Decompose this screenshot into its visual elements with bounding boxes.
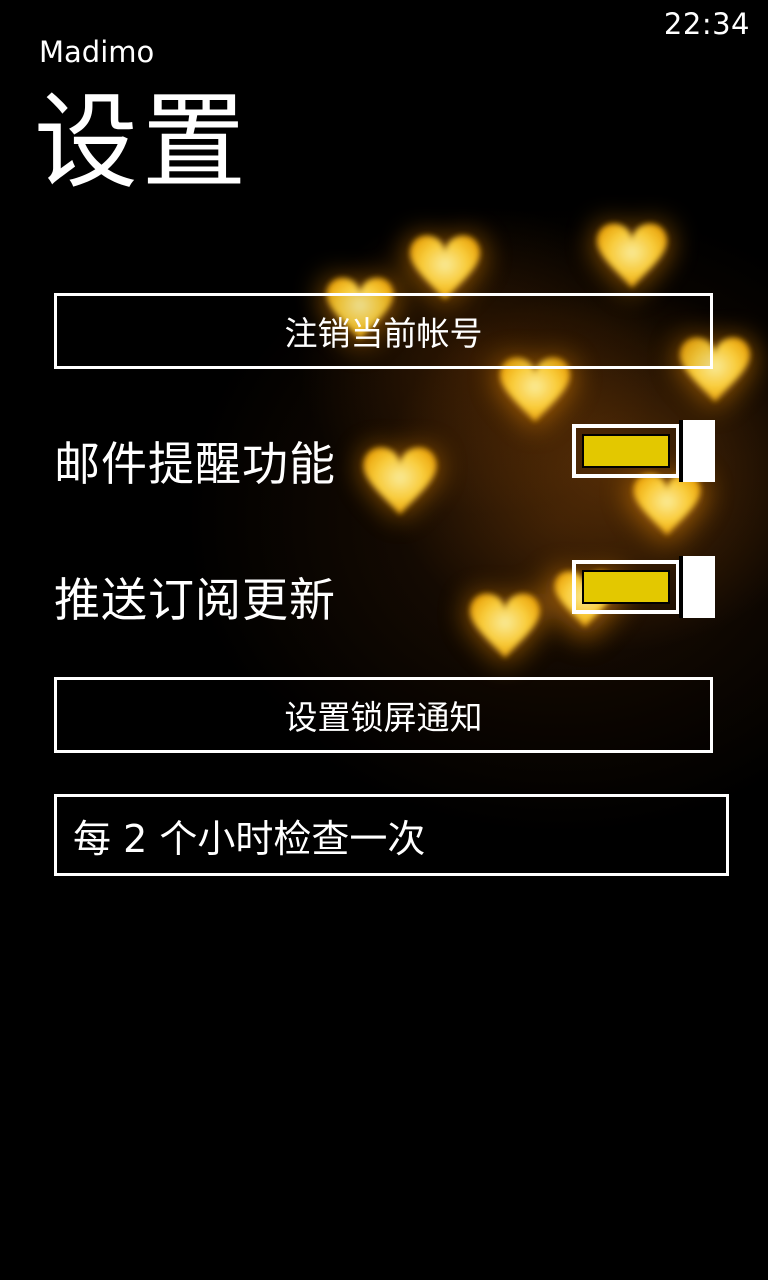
toggle-track — [572, 560, 680, 614]
toggle-thumb[interactable] — [679, 556, 715, 618]
status-bar-clock: 22:34 — [663, 7, 750, 41]
logout-button[interactable]: 注销当前帐号 — [54, 293, 713, 369]
app-name: Madimo — [39, 35, 155, 69]
push-updates-toggle[interactable] — [572, 556, 715, 618]
page-title: 设置 — [34, 81, 251, 203]
lockscreen-button-label: 设置锁屏通知 — [284, 698, 483, 737]
push-updates-label: 推送订阅更新 — [54, 573, 336, 627]
settings-screen: 22:34 Madimo 设置 注销当前帐号 邮件提醒功能 推送订阅更新 设置锁… — [0, 0, 768, 1280]
toggle-track — [572, 424, 680, 478]
check-interval-value: 每 2 个小时检查一次 — [73, 816, 426, 861]
toggle-fill-on — [582, 570, 670, 604]
lockscreen-notification-button[interactable]: 设置锁屏通知 — [54, 677, 713, 753]
toggle-thumb[interactable] — [679, 420, 715, 482]
mail-reminder-label: 邮件提醒功能 — [54, 437, 336, 491]
mail-reminder-toggle[interactable] — [572, 420, 715, 482]
toggle-fill-on — [582, 434, 670, 468]
check-interval-picker[interactable]: 每 2 个小时检查一次 — [54, 794, 729, 876]
logout-button-label: 注销当前帐号 — [284, 314, 483, 353]
